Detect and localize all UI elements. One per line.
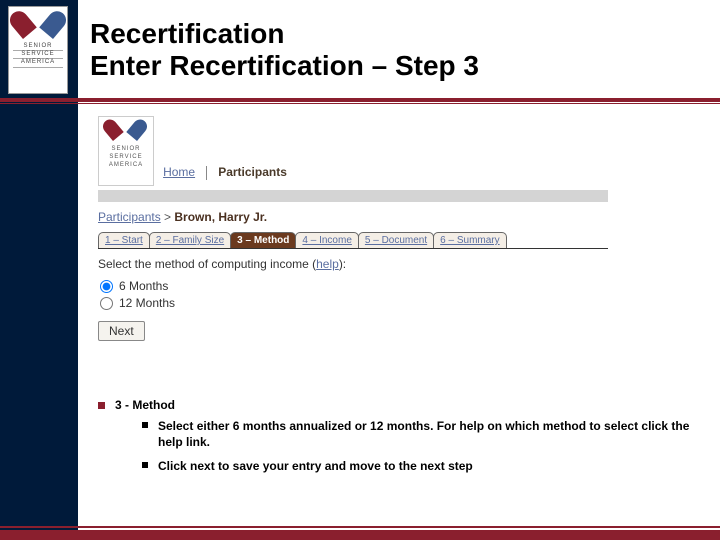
radio-6-months-row[interactable]: 6 Months — [100, 279, 608, 293]
wizard-tabs: 1 – Start 2 – Family Size 3 – Method 4 –… — [98, 232, 608, 249]
tab-start[interactable]: 1 – Start — [98, 232, 150, 248]
app-logo: SENIOR SERVICE AMERICA — [98, 116, 154, 186]
bullet-icon — [142, 422, 148, 428]
nav-separator — [206, 166, 207, 180]
note-item: Click next to save your entry and move t… — [158, 458, 700, 474]
notes-heading: 3 - Method — [115, 398, 175, 412]
tab-summary[interactable]: 6 – Summary — [433, 232, 506, 248]
tab-income[interactable]: 4 – Income — [295, 232, 358, 248]
tab-document[interactable]: 5 – Document — [358, 232, 434, 248]
gray-banner — [98, 190, 608, 202]
logo-line: SENIOR — [13, 43, 63, 51]
footer-bar — [0, 530, 720, 540]
divider-thin — [0, 103, 720, 104]
notes-section: 3 - Method Select either 6 months annual… — [98, 398, 700, 483]
nav-participants[interactable]: Participants — [218, 165, 287, 179]
title-line-2: Enter Recertification – Step 3 — [90, 50, 710, 82]
bullet-icon — [98, 402, 105, 409]
radio-6-months[interactable] — [100, 280, 113, 293]
bullet-icon — [142, 462, 148, 468]
tab-family-size[interactable]: 2 – Family Size — [149, 232, 231, 248]
instruction-text: Select the method of computing income (h… — [98, 257, 608, 271]
slide-header: Recertification Enter Recertification – … — [90, 18, 710, 82]
radio-6-months-label: 6 Months — [119, 279, 168, 293]
radio-12-months[interactable] — [100, 297, 113, 310]
crumb-root[interactable]: Participants — [98, 210, 161, 224]
logo-main: SENIOR SERVICE AMERICA — [8, 6, 68, 94]
next-button[interactable]: Next — [98, 321, 145, 341]
logo-line: SERVICE — [13, 51, 63, 59]
breadcrumb: Participants > Brown, Harry Jr. — [98, 210, 608, 224]
note-item: Select either 6 months annualized or 12 … — [158, 418, 700, 450]
radio-12-months-row[interactable]: 12 Months — [100, 296, 608, 310]
logo-line: AMERICA — [13, 59, 63, 67]
tab-method[interactable]: 3 – Method — [230, 232, 296, 248]
divider — [0, 98, 720, 102]
heart-icon — [21, 13, 55, 41]
title-line-1: Recertification — [90, 18, 710, 50]
footer-line — [0, 526, 720, 528]
help-link[interactable]: help — [316, 257, 339, 271]
radio-12-months-label: 12 Months — [119, 296, 175, 310]
app-screenshot: SENIOR SERVICE AMERICA Home Participants… — [98, 116, 608, 341]
nav-home[interactable]: Home — [163, 165, 195, 179]
heart-icon — [112, 121, 140, 143]
top-nav: Home Participants — [163, 165, 287, 186]
crumb-name: Brown, Harry Jr. — [174, 210, 267, 224]
